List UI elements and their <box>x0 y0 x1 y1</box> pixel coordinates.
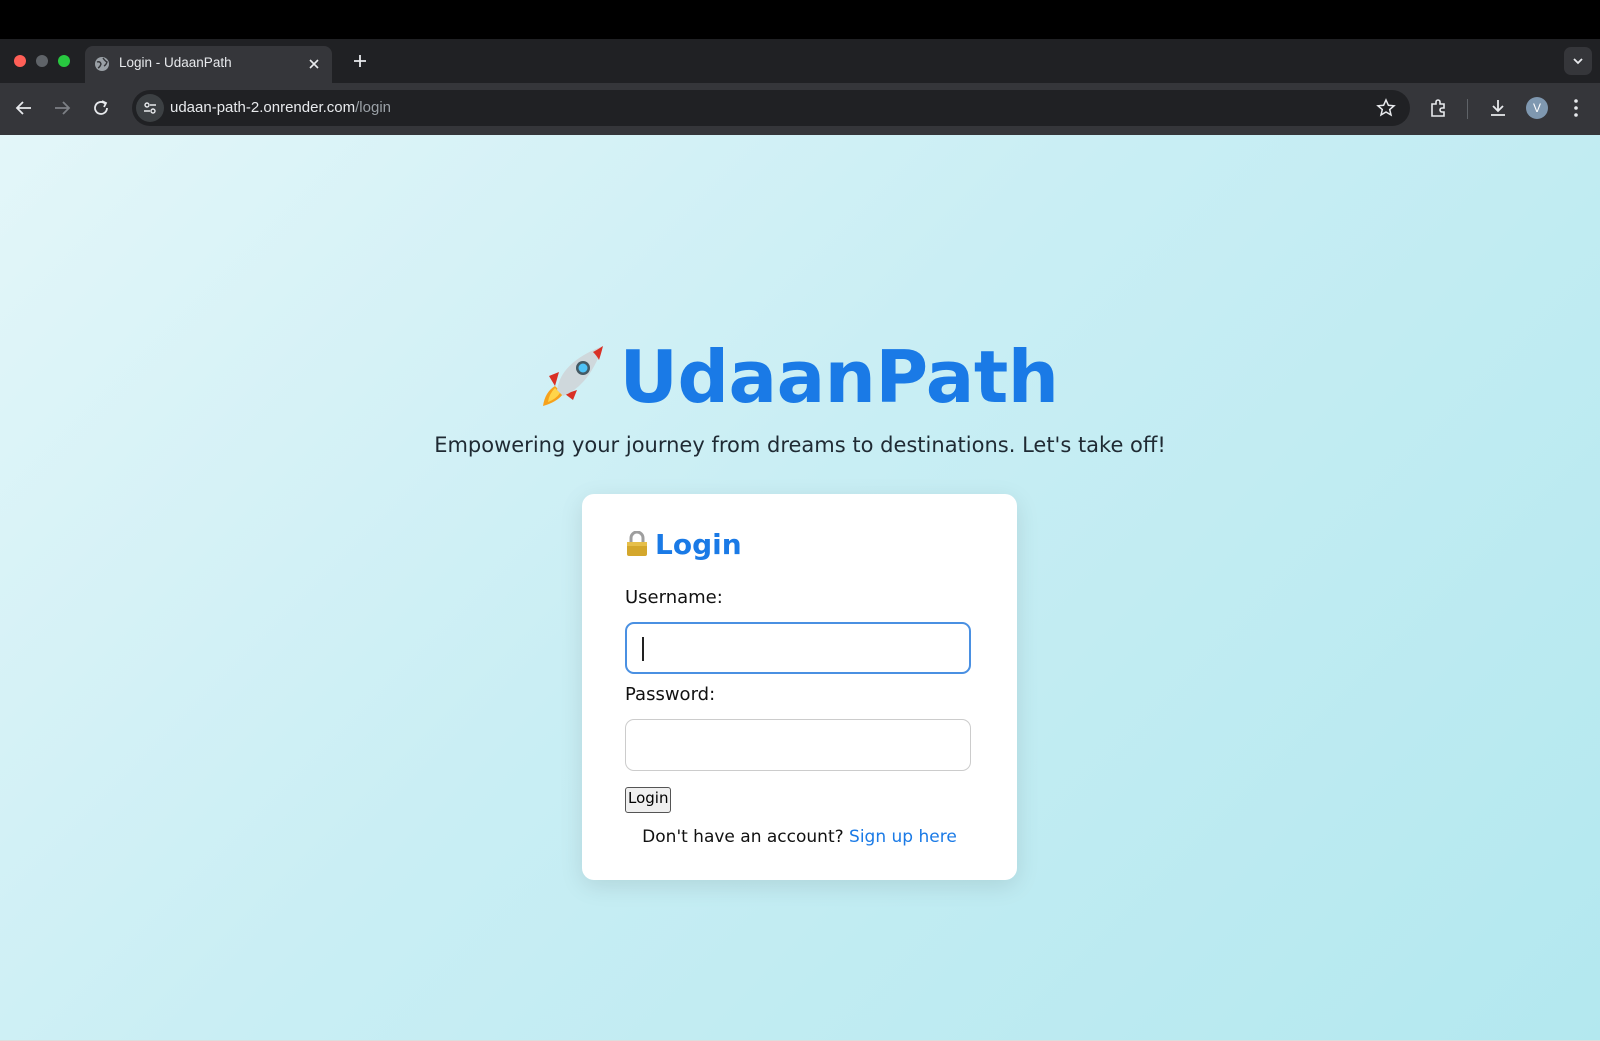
login-card: Login Username: Password: Login Don't ha… <box>582 494 1017 880</box>
tab-title: Login - UdaanPath <box>119 55 232 70</box>
back-arrow-icon[interactable] <box>13 97 35 119</box>
minimize-window-button[interactable] <box>36 55 48 67</box>
tagline: Empowering your journey from dreams to d… <box>434 433 1166 457</box>
rocket-icon <box>543 346 604 406</box>
browser-tab-bar: Login - UdaanPath <box>0 39 1600 83</box>
login-title: Login <box>625 528 742 561</box>
signup-link[interactable]: Sign up here <box>849 827 957 847</box>
close-window-button[interactable] <box>14 55 26 67</box>
lock-icon <box>627 531 647 556</box>
address-bar[interactable]: udaan-path-2.onrender.com/login <box>132 90 1410 126</box>
bookmark-star-icon[interactable] <box>1376 98 1396 118</box>
password-label: Password: <box>625 684 716 705</box>
forward-arrow-icon[interactable] <box>51 97 73 119</box>
username-input[interactable] <box>625 622 971 674</box>
maximize-window-button[interactable] <box>58 55 70 67</box>
tab-login[interactable]: Login - UdaanPath <box>85 46 332 83</box>
login-title-text: Login <box>655 528 742 561</box>
brand-heading: UdaanPath <box>0 335 1600 419</box>
brand-name: UdaanPath <box>619 335 1059 419</box>
page-viewport: UdaanPath Empowering your journey from d… <box>0 135 1600 1041</box>
signup-prompt: Don't have an account? Sign up here <box>582 827 1017 847</box>
new-tab-icon[interactable] <box>350 51 370 71</box>
toolbar-divider <box>1467 99 1468 119</box>
tab-search-button[interactable] <box>1564 47 1592 75</box>
reload-icon[interactable] <box>90 97 112 119</box>
text-caret <box>642 637 644 661</box>
download-icon[interactable] <box>1487 97 1509 119</box>
profile-avatar[interactable]: V <box>1526 97 1548 119</box>
menu-kebab-icon[interactable] <box>1565 97 1587 119</box>
site-settings-icon[interactable] <box>136 94 164 122</box>
signup-prompt-text: Don't have an account? <box>642 827 844 847</box>
close-tab-icon[interactable] <box>306 56 322 72</box>
url-text: udaan-path-2.onrender.com/login <box>170 99 391 116</box>
browser-toolbar: udaan-path-2.onrender.com/login V <box>0 83 1600 135</box>
username-label: Username: <box>625 587 723 608</box>
password-input[interactable] <box>625 719 971 771</box>
screen-top-bar <box>0 0 1600 39</box>
login-button[interactable]: Login <box>625 787 672 813</box>
chevron-down-icon <box>1573 58 1583 65</box>
globe-icon <box>95 57 109 71</box>
extensions-icon[interactable] <box>1428 97 1450 119</box>
